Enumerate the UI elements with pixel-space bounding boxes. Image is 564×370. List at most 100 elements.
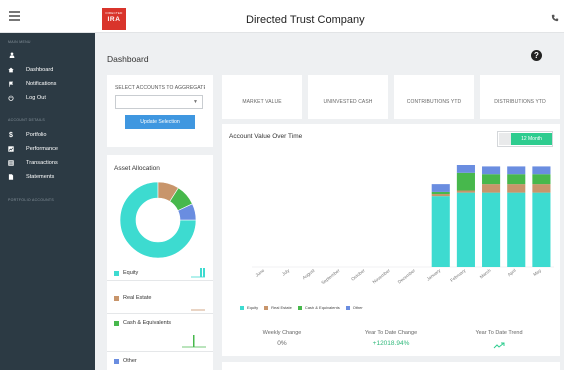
x-tick-label: December: [397, 268, 417, 285]
stat-label: DISTRIBUTIONS YTD: [494, 99, 546, 105]
kpi-ytd-change: Year To Date Change +12018.94%: [336, 330, 446, 347]
divider: [107, 280, 213, 281]
top-bar: DIRECTED IRA Directed Trust Company: [0, 0, 564, 33]
bar-cash-equivalents-may: [532, 174, 551, 185]
legend-swatch: [297, 305, 302, 310]
stat-label: MARKET VALUE: [242, 99, 282, 105]
sidebar-item-label: Portfolio: [26, 132, 47, 138]
bar-equity-april: [507, 192, 526, 267]
dollar-icon: $: [9, 131, 13, 139]
x-tick-label: February: [449, 267, 467, 282]
sidebar-section-account: ACCOUNT DETAILS: [8, 118, 46, 122]
sidebar-item-dashboard[interactable]: Dashboard: [8, 65, 92, 75]
bar-cash-equivalents-april: [507, 174, 526, 185]
stat-card-market-value: MARKET VALUE: [222, 75, 302, 119]
x-tick-label: June: [254, 268, 265, 278]
account-value-chart: June July August September October November De…: [252, 165, 554, 285]
sidebar-item-label: Notifications: [26, 81, 57, 87]
bar-other-february: [456, 165, 475, 173]
kpi-label: Year To Date Change: [364, 330, 418, 336]
bar-other-january: [431, 184, 450, 192]
stat-card-distributions: DISTRIBUTIONS YTD: [480, 75, 560, 119]
sidebar-item-performance[interactable]: Performance: [8, 144, 92, 154]
account-selector-label: SELECT ACCOUNTS TO AGGREGATE: [115, 85, 205, 91]
bar-real-estate-january: [431, 194, 450, 197]
legend-swatch: [240, 305, 244, 310]
cash-sparkline: [182, 335, 206, 348]
chart-legend-real-estate: Real Estate: [264, 305, 292, 310]
bar-cash-equivalents-february: [456, 172, 475, 191]
x-tick-label: May: [532, 267, 542, 277]
chart-legend: Equity Real Estate Cash & Equivalents Ot…: [240, 305, 369, 310]
kpi-ytd-trend: Year To Date Trend: [444, 330, 554, 354]
asset-allocation-donut: [119, 181, 197, 259]
legend-swatch: [114, 295, 119, 301]
sidebar: MAIN MENU Dashboard Notifications Log Ou…: [0, 33, 95, 370]
chart-icon: [8, 146, 14, 152]
legend-label: Other: [352, 305, 363, 310]
legend-label: Equity: [123, 270, 139, 276]
bar-other-april: [507, 166, 526, 175]
legend-swatch: [264, 305, 269, 310]
sidebar-item-notifications[interactable]: Notifications: [8, 79, 92, 89]
sidebar-item-portfolio[interactable]: $ Portfolio: [8, 130, 92, 140]
update-selection-button[interactable]: Update Selection: [125, 115, 195, 129]
x-tick-label: August: [301, 267, 316, 280]
legend-swatch: [345, 305, 350, 310]
chart-legend-other: Other: [345, 305, 363, 310]
x-tick-label: October: [350, 268, 366, 282]
kpi-weekly-change: Weekly Change 0%: [227, 330, 337, 347]
x-tick-label: January: [426, 267, 442, 281]
bar-real-estate-april: [507, 184, 526, 193]
hamburger-icon[interactable]: [9, 11, 20, 21]
next-card: [222, 362, 560, 370]
bar-equity-march: [482, 192, 501, 267]
sidebar-item-transactions[interactable]: Transactions: [8, 158, 92, 168]
stat-label: CONTRIBUTIONS YTD: [406, 99, 462, 105]
bar-real-estate-february: [456, 190, 475, 193]
legend-label: Cash & Equivalents: [304, 305, 340, 310]
allocation-legend-other: Other: [114, 358, 137, 364]
allocation-legend-real-estate: Real Estate: [114, 295, 151, 301]
help-icon[interactable]: ?: [531, 50, 542, 61]
bar-other-may: [532, 166, 551, 175]
allocation-legend-cash: Cash & Equivalents: [114, 320, 171, 326]
kpi-label: Weekly Change: [262, 330, 302, 336]
legend-label: Real Estate: [271, 305, 292, 310]
bar-real-estate-march: [482, 184, 501, 193]
account-value-card: Account Value Over Time 12 Month June Jul…: [222, 124, 560, 356]
logo-main-text: IRA: [107, 16, 121, 23]
bar-cash-equivalents-march: [482, 174, 501, 185]
legend-label: Other: [123, 358, 137, 364]
allocation-legend-equity: Equity: [114, 270, 138, 276]
stat-label: UNINVESTED CASH: [323, 99, 373, 105]
app-title: Directed Trust Company: [246, 14, 365, 26]
divider: [107, 313, 213, 314]
sidebar-section-main: MAIN MENU: [8, 40, 31, 44]
legend-swatch: [114, 320, 119, 326]
logo-top-text: DIRECTED: [105, 11, 123, 15]
sidebar-item-logout[interactable]: Log Out: [8, 93, 92, 103]
document-icon: [8, 174, 14, 180]
page-title: Dashboard: [107, 54, 149, 64]
phone-icon[interactable]: [551, 14, 559, 22]
divider: [107, 351, 213, 352]
asset-allocation-title: Asset Allocation: [114, 165, 160, 172]
bar-equity-may: [532, 192, 551, 267]
sidebar-item-statements[interactable]: Statements: [8, 172, 92, 182]
chart-legend-equity: Equity: [240, 305, 258, 310]
bar-real-estate-may: [532, 184, 551, 193]
legend-label: Cash & Equivalents: [123, 320, 171, 326]
legend-label: Real Estate: [123, 295, 152, 301]
asset-allocation-card: Asset Allocation Equity Real Estate Cash…: [107, 155, 213, 370]
sidebar-item-label: Performance: [26, 146, 59, 152]
equity-sparkline: [191, 268, 205, 278]
stat-card-contributions: CONTRIBUTIONS YTD: [394, 75, 474, 119]
bar-other-march: [482, 166, 501, 175]
kpi-value: +12018.94%: [372, 340, 410, 347]
account-select[interactable]: ▼: [115, 95, 203, 109]
x-tick-label: April: [507, 268, 517, 277]
user-icon[interactable]: [9, 52, 15, 58]
bar-cash-equivalents-january: [431, 191, 450, 195]
sidebar-item-label: Transactions: [26, 160, 58, 166]
